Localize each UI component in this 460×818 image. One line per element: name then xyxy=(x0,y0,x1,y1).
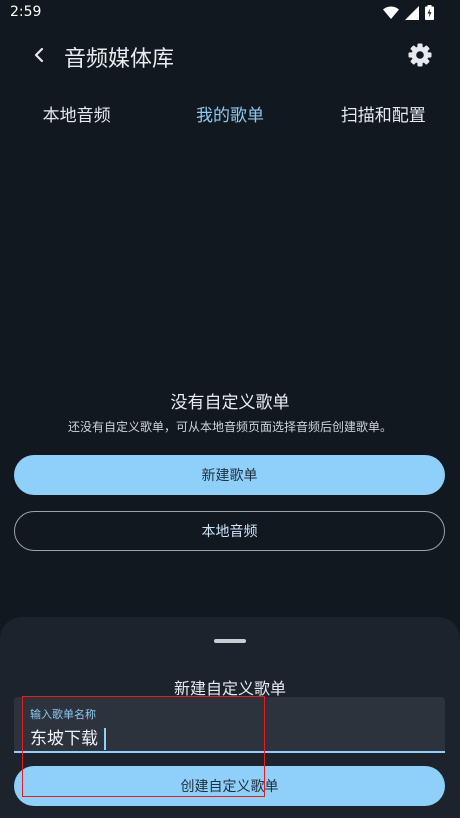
empty-state-title: 没有自定义歌单 xyxy=(170,393,290,413)
battery-icon xyxy=(425,5,434,20)
new-playlist-button[interactable]: 新建歌单 xyxy=(14,455,445,495)
local-audio-button[interactable]: 本地音频 xyxy=(14,511,445,551)
tab-bar: 本地音频 我的歌单 扫描和配置 xyxy=(0,96,460,140)
tab-local-audio[interactable]: 本地音频 xyxy=(0,96,153,140)
status-time: 2:59 xyxy=(10,4,42,20)
sheet-title: 新建自定义歌单 xyxy=(173,679,286,698)
bottom-sheet: 新建自定义歌单 输入歌单名称 东坡下载 创建自定义歌单 xyxy=(0,617,460,818)
playlist-name-value: 东坡下载 xyxy=(30,729,98,749)
create-playlist-button[interactable]: 创建自定义歌单 xyxy=(14,766,445,806)
cell-signal-icon xyxy=(405,5,419,20)
back-button[interactable] xyxy=(24,40,54,70)
app-bar: 音频媒体库 xyxy=(0,28,460,84)
playlist-name-label: 输入歌单名称 xyxy=(30,708,96,721)
tab-my-playlists[interactable]: 我的歌单 xyxy=(153,96,306,140)
status-bar: 2:59 xyxy=(0,0,460,26)
page-title: 音频媒体库 xyxy=(64,47,175,72)
wifi-icon xyxy=(383,5,399,19)
playlist-name-field[interactable]: 输入歌单名称 东坡下载 xyxy=(14,697,445,753)
tab-scan-config[interactable]: 扫描和配置 xyxy=(307,96,460,140)
empty-state-description: 还没有自定义歌单，可从本地音频页面选择音频后创建歌单。 xyxy=(67,420,392,434)
settings-button[interactable] xyxy=(406,41,434,69)
gear-icon xyxy=(408,43,432,67)
drag-handle[interactable] xyxy=(214,639,246,643)
status-icons xyxy=(383,5,434,20)
playlist-name-input[interactable]: 东坡下载 xyxy=(30,724,106,750)
text-caret xyxy=(104,728,106,750)
chevron-left-icon xyxy=(34,47,44,63)
